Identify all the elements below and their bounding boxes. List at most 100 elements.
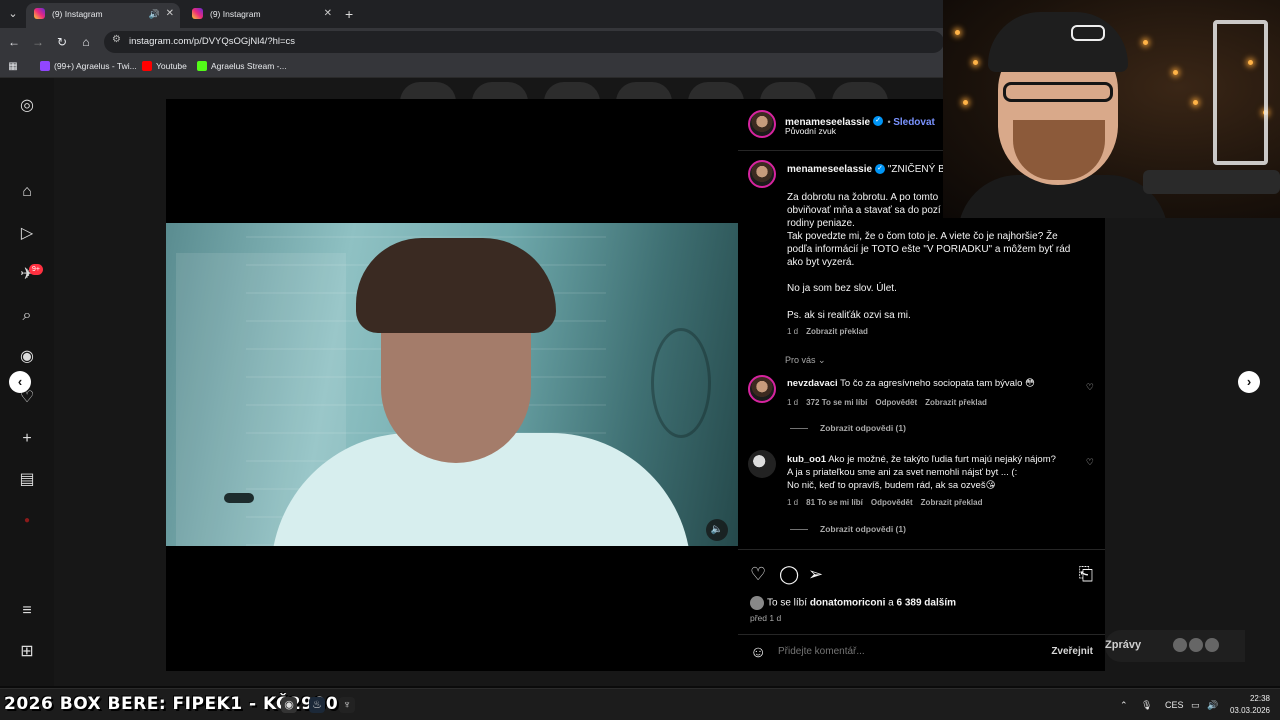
youtube-icon (142, 61, 152, 71)
language-indicator[interactable]: CES (1165, 689, 1184, 720)
bookmark-youtube[interactable]: Youtube (142, 56, 187, 77)
url-text: instagram.com/p/DVYQsOGjNl4/?hl=cs (129, 36, 296, 47)
new-tab-button[interactable]: + (345, 3, 353, 25)
comment-time: 1 d (787, 398, 799, 407)
forward-arrow-icon[interactable]: → (28, 32, 48, 52)
view-replies-button[interactable]: Zobrazit odpovědi (1) (790, 423, 906, 433)
microphone-arm (1143, 170, 1280, 194)
view-replies-button[interactable]: Zobrazit odpovědi (1) (790, 524, 906, 534)
see-translation-link[interactable]: Zobrazit překlad (925, 398, 987, 407)
emoji-icon[interactable]: ☺ (750, 644, 766, 662)
comment-username[interactable]: kub_oo1 (787, 454, 826, 465)
search-icon[interactable]: ⌕ (17, 306, 37, 326)
instagram-favicon-icon (34, 8, 45, 19)
app-icon[interactable]: ♆ (339, 697, 355, 713)
close-tab-icon[interactable]: ✕ (324, 3, 332, 25)
home-icon[interactable]: ⌂ (76, 32, 96, 52)
liker-username[interactable]: donatomoriconi (810, 598, 886, 609)
next-post-chevron-icon[interactable]: › (1238, 371, 1260, 393)
caption-username[interactable]: menameseelassie (787, 164, 872, 175)
post-video[interactable]: 🔈 (166, 99, 738, 671)
caption-line: rodiny peniaze. (787, 218, 855, 229)
caption-line: podľa informácií je TOTO ešte "V PORIADK… (787, 244, 1071, 255)
caption-header: menameseelassie ✓ "ZNIČENÝ BYT" (787, 164, 961, 175)
create-plus-icon[interactable]: + (17, 429, 37, 449)
caption-line: No ja som bez slov. Úlet. (787, 283, 897, 294)
tab-instagram[interactable]: (9) Instagram ✕ (184, 3, 338, 28)
tab-title: (9) Instagram (210, 9, 261, 19)
home-icon[interactable]: ⌂ (17, 182, 37, 202)
apps-grid-icon[interactable]: ▦ (3, 57, 23, 77)
comment-avatar[interactable] (748, 375, 776, 403)
string-light (1143, 40, 1148, 45)
post-comment-button[interactable]: Zveřejnit (1051, 646, 1093, 657)
tab-instagram-active[interactable]: (9) Instagram 🔊 ✕ (26, 3, 180, 28)
dashboard-icon[interactable]: ▤ (17, 470, 37, 490)
audio-playing-icon[interactable]: 🔊 (149, 3, 160, 25)
likes-count[interactable]: 6 389 dalším (897, 598, 956, 609)
back-arrow-icon[interactable]: ← (4, 32, 24, 52)
comment-avatar[interactable] (748, 450, 776, 478)
reply-button[interactable]: Odpovědět (875, 398, 917, 407)
author-avatar[interactable] (748, 110, 776, 138)
like-comment-heart-icon[interactable]: ♡ (1086, 457, 1094, 468)
tab-search-icon[interactable]: ⌄ (4, 5, 22, 23)
comment-likes[interactable]: 372 To se mi líbí (806, 398, 867, 407)
instagram-logo-icon[interactable]: ◎ (17, 96, 37, 116)
caption-line: Tak povedzte mi, že o čom toto je. A vie… (787, 231, 1058, 242)
comment-body: Ako je možné, že takýto ľudia furt majú … (828, 454, 1056, 465)
verified-badge-icon: ✓ (875, 164, 886, 175)
reply-button[interactable]: Odpovědět (871, 498, 913, 507)
close-tab-icon[interactable]: ✕ (166, 3, 174, 25)
reels-icon[interactable]: ▷ (17, 224, 37, 244)
for-you-label: Pro vás (785, 355, 816, 365)
volume-icon[interactable]: 🔊 (1207, 689, 1218, 720)
see-translation-link[interactable]: Zobrazit překlad (806, 327, 868, 336)
also-from-meta-icon[interactable]: ⊞ (17, 642, 37, 662)
audio-toggle-icon[interactable]: 🔈 (706, 519, 728, 541)
verified-badge-icon: ✓ (873, 115, 884, 126)
likes-conjunction: a (888, 597, 894, 609)
kick-icon (197, 61, 207, 71)
address-bar[interactable]: ⚙ instagram.com/p/DVYQsOGjNl4/?hl=cs (104, 31, 944, 53)
comment-bubble-icon[interactable]: ◯ (779, 564, 799, 585)
save-bookmark-icon[interactable]: ⎗ (1079, 564, 1093, 585)
comment-composer: ☺ Zveřejnit (738, 634, 1105, 671)
caption-line: ako byt vyzerá. (787, 257, 855, 268)
more-menu-icon[interactable]: ≡ (17, 601, 37, 621)
original-audio-link[interactable]: Původní zvuk (785, 126, 836, 136)
for-you-filter[interactable]: Pro vás ⌄ (785, 355, 826, 366)
messages-dock[interactable]: Zprávy (1105, 630, 1245, 662)
reload-icon[interactable]: ↻ (52, 32, 72, 52)
bookmark-label: Agraelus Stream -... (211, 61, 287, 71)
string-light (1173, 70, 1178, 75)
bookmark-label: (99+) Agraelus - Twi... (54, 61, 137, 71)
see-translation-link[interactable]: Zobrazit překlad (921, 498, 983, 507)
show-hidden-icons[interactable]: ⌃ (1120, 689, 1128, 720)
obs-icon[interactable]: ◉ (281, 697, 297, 713)
bookmark-twitch[interactable]: (99+) Agraelus - Twi... (40, 56, 137, 77)
comment-likes[interactable]: 81 To se mi líbí (806, 498, 863, 507)
like-comment-heart-icon[interactable]: ♡ (1086, 382, 1094, 393)
likes-summary: To se líbí donatomoriconi a 6 389 dalším (750, 596, 956, 610)
caption-avatar[interactable] (748, 160, 776, 188)
string-light (973, 60, 978, 65)
site-info-icon[interactable]: ⚙ (112, 34, 121, 45)
streamer-glasses (1003, 82, 1113, 102)
network-icon[interactable]: ▭ (1191, 689, 1200, 720)
comment-username[interactable]: nevzdavaci (787, 378, 838, 389)
steam-icon[interactable]: ♨ (309, 697, 325, 713)
like-heart-icon[interactable]: ♡ (750, 564, 766, 585)
explore-icon[interactable]: ◉ (17, 347, 37, 367)
share-send-icon[interactable]: ➢ (808, 564, 823, 585)
microphone-icon[interactable]: 🎙 (1141, 689, 1152, 720)
clock-time: 22:38 (1249, 694, 1270, 703)
follow-button[interactable]: Sledovat (893, 117, 935, 128)
twitch-icon (40, 61, 50, 71)
comment-input[interactable] (778, 646, 1018, 657)
string-light (963, 100, 968, 105)
previous-post-chevron-icon[interactable]: ‹ (9, 371, 31, 393)
profile-avatar[interactable]: ● (17, 511, 37, 531)
bookmark-kick[interactable]: Agraelus Stream -... (197, 56, 287, 77)
system-clock[interactable]: 22:38 03.03.2026 (1230, 693, 1270, 717)
